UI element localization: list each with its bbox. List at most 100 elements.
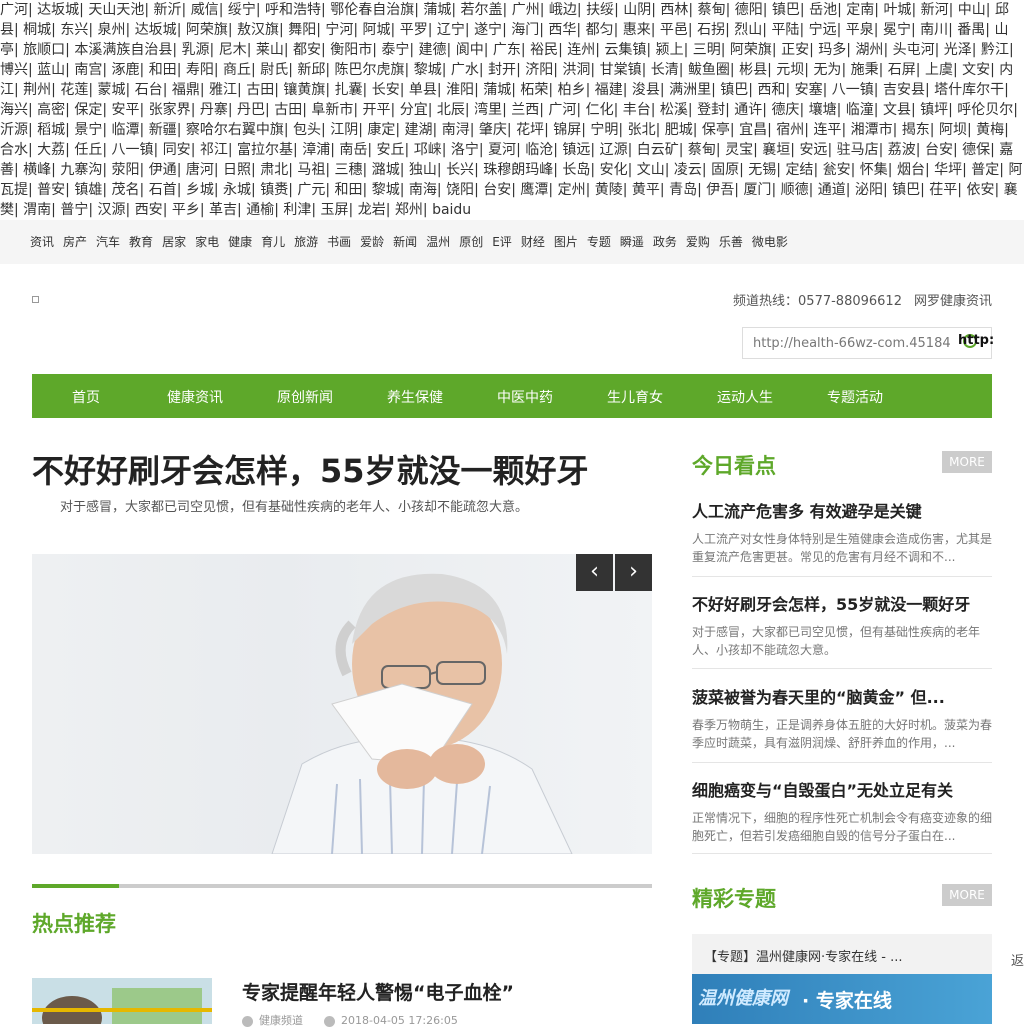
city-link[interactable]: 和田 (149, 62, 177, 78)
city-link[interactable]: 张北 (628, 122, 656, 138)
city-link[interactable]: 宁远 (809, 22, 837, 38)
category-link[interactable]: 财经 (521, 235, 545, 249)
city-link[interactable]: 黎城 (372, 182, 400, 198)
city-link[interactable]: 广州 (512, 2, 540, 18)
category-link[interactable]: 图片 (554, 235, 578, 249)
city-link[interactable]: 察哈尔右翼中旗 (186, 122, 284, 138)
city-link[interactable]: 肃北 (260, 162, 288, 178)
city-link[interactable]: 黄梅 (976, 122, 1004, 138)
city-link[interactable]: 肥城 (665, 122, 693, 138)
city-link[interactable]: 烟台 (897, 162, 925, 178)
city-link[interactable]: 头屯河 (893, 42, 935, 58)
city-link[interactable]: 单县 (409, 82, 437, 98)
city-link[interactable]: 南岳 (339, 142, 367, 158)
city-link[interactable]: 临沧 (525, 142, 553, 158)
city-link[interactable]: 平泉 (846, 22, 874, 38)
city-link[interactable]: 建德 (419, 42, 447, 58)
city-link[interactable]: 德阳 (735, 2, 763, 18)
city-link[interactable]: 北辰 (437, 102, 465, 118)
city-link[interactable]: 泌阳 (855, 182, 883, 198)
city-link[interactable]: 湾里 (474, 102, 502, 118)
city-link[interactable]: 镇巴 (720, 82, 748, 98)
city-link[interactable]: 呼伦贝尔 (957, 102, 1013, 118)
today-item-title[interactable]: 细胞癌变与“自毁蛋白”无处立足有关 (692, 777, 992, 801)
city-link[interactable]: 永城 (223, 182, 251, 198)
topic-card-title[interactable]: 【专题】温州健康网·专家在线 - ... (704, 946, 903, 965)
city-link[interactable]: 潞城 (372, 162, 400, 178)
city-link[interactable]: 茂名 (112, 182, 140, 198)
city-link[interactable]: 文安 (962, 62, 990, 78)
city-link[interactable]: 白云矿 (637, 142, 679, 158)
city-link[interactable]: 华坪 (934, 162, 962, 178)
city-link[interactable]: 松溪 (660, 102, 688, 118)
city-link[interactable]: 台安 (483, 182, 511, 198)
category-link[interactable]: 育儿 (261, 235, 285, 249)
city-link[interactable]: 施秉 (851, 62, 879, 78)
city-link[interactable]: 泰宁 (381, 42, 409, 58)
search-input[interactable]: http://health-66wz-com.45184 (742, 327, 992, 359)
city-link[interactable]: 广河 (548, 102, 576, 118)
city-link[interactable]: 桐城 (23, 22, 51, 38)
city-link[interactable]: 威信 (191, 2, 219, 18)
city-link[interactable]: 辽宁 (437, 22, 465, 38)
city-link[interactable]: 若尔盖 (461, 2, 503, 18)
city-link[interactable]: 饶阳 (446, 182, 474, 198)
city-link[interactable]: 镇远 (562, 142, 590, 158)
city-link[interactable]: 高密 (37, 102, 65, 118)
city-link[interactable]: 丰台 (623, 102, 651, 118)
city-link[interactable]: 定南 (846, 2, 874, 18)
city-link[interactable]: 兰西 (511, 102, 539, 118)
city-link[interactable]: 济阳 (525, 62, 553, 78)
city-link[interactable]: 平乡 (172, 202, 200, 218)
city-link[interactable]: 文县 (883, 102, 911, 118)
nav-item-wellness[interactable]: 养生保健 (387, 387, 443, 407)
city-link[interactable]: 镇坪 (920, 102, 948, 118)
city-link[interactable]: 绥宁 (228, 2, 256, 18)
city-link[interactable]: 长兴 (446, 162, 474, 178)
city-link[interactable]: 洪洞 (562, 62, 590, 78)
city-link[interactable]: 烈山 (734, 22, 762, 38)
category-link[interactable]: 汽车 (96, 235, 120, 249)
city-link[interactable]: 中山 (958, 2, 986, 18)
city-link[interactable]: 惠来 (623, 22, 651, 38)
city-link[interactable]: 古田 (274, 102, 302, 118)
city-link[interactable]: 上虞 (925, 62, 953, 78)
hot-item-channel[interactable]: 健康频道 (259, 1014, 303, 1027)
city-link[interactable]: 乳源 (182, 42, 210, 58)
city-link[interactable]: 洛宁 (451, 142, 479, 158)
city-link[interactable]: 湘潭市 (851, 122, 893, 138)
city-link[interactable]: 东兴 (60, 22, 88, 38)
city-link[interactable]: 阆中 (456, 42, 484, 58)
city-link[interactable]: 商丘 (223, 62, 251, 78)
city-link[interactable]: 阿坝 (939, 122, 967, 138)
city-link[interactable]: 宿州 (776, 122, 804, 138)
city-link[interactable]: 唐河 (186, 162, 214, 178)
city-link[interactable]: 镇巴 (892, 182, 920, 198)
city-link[interactable]: 张家界 (149, 102, 191, 118)
city-link[interactable]: 辽源 (600, 142, 628, 158)
city-link[interactable]: 丹寨 (200, 102, 228, 118)
city-link[interactable]: 普宁 (60, 202, 88, 218)
city-link[interactable]: 达坂城 (37, 2, 79, 18)
city-link[interactable]: 蓝山 (37, 62, 65, 78)
city-link[interactable]: 甘棠镇 (600, 62, 642, 78)
city-link[interactable]: 荥阳 (112, 162, 140, 178)
city-link[interactable]: 阿荣旗 (730, 42, 772, 58)
category-link[interactable]: 原创 (459, 235, 483, 249)
city-link[interactable]: 敖汉旗 (237, 22, 279, 38)
city-link[interactable]: 临潭 (112, 122, 140, 138)
city-link[interactable]: 本溪满族自治县 (74, 42, 172, 58)
city-link[interactable]: 衡阳市 (330, 42, 372, 58)
city-link[interactable]: 保亭 (702, 122, 730, 138)
city-link[interactable]: 博兴 (0, 62, 28, 78)
search-button[interactable]: http: (958, 333, 994, 348)
city-link[interactable]: 番禺 (957, 22, 985, 38)
city-link[interactable]: 石首 (149, 182, 177, 198)
category-link[interactable]: 专题 (587, 235, 611, 249)
category-link[interactable]: 健康 (228, 235, 252, 249)
city-link[interactable]: 莱山 (256, 42, 284, 58)
city-link[interactable]: 平邑 (660, 22, 688, 38)
city-link[interactable]: 普定 (971, 162, 999, 178)
city-link[interactable]: 黄平 (632, 182, 660, 198)
city-link[interactable]: 颍上 (656, 42, 684, 58)
